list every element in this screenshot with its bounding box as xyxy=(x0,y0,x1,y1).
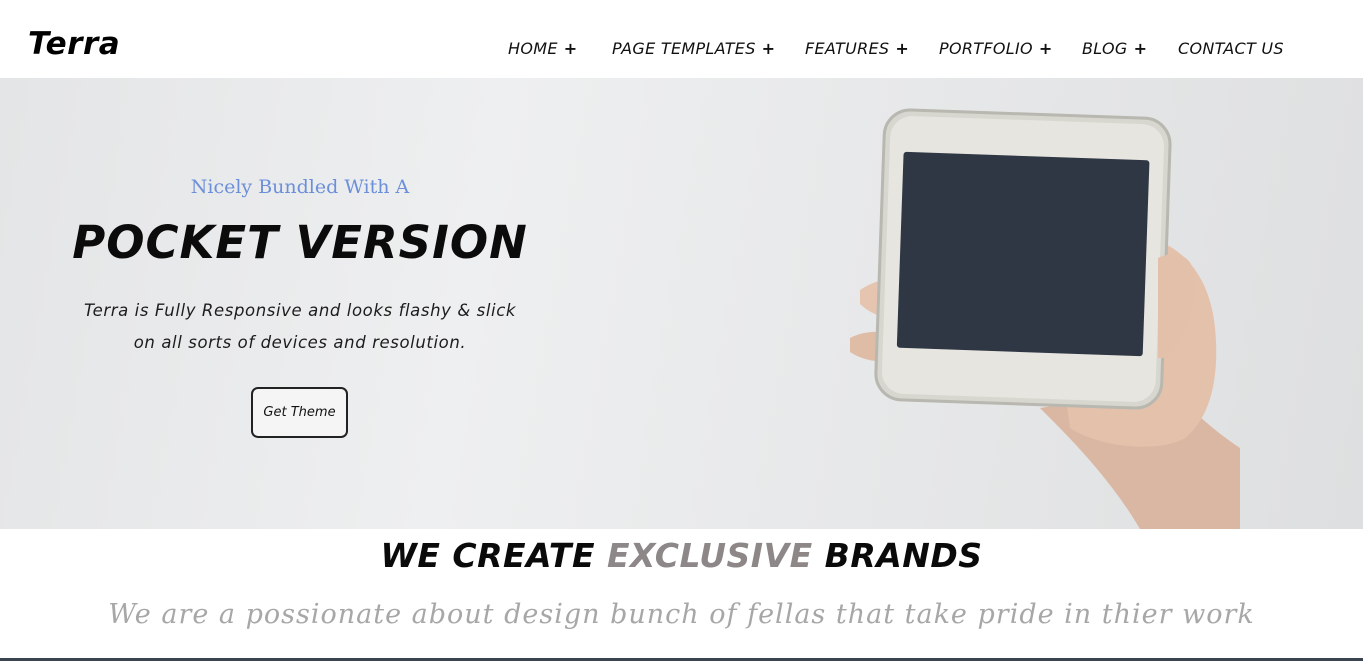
nav-features-label: FEATURES xyxy=(805,39,890,58)
section-title-accent: EXCLUSIVE xyxy=(606,536,813,575)
nav-features[interactable]: FEATURES + xyxy=(805,39,909,58)
plus-icon: + xyxy=(1038,39,1053,58)
hero-banner: Nicely Bundled With A POCKET VERSION Ter… xyxy=(0,78,1363,529)
get-theme-button[interactable]: Get Theme xyxy=(251,387,348,438)
plus-icon: + xyxy=(761,39,776,58)
nav-blog[interactable]: BLOG + xyxy=(1082,39,1147,58)
nav-page-templates[interactable]: PAGE TEMPLATES + xyxy=(612,39,775,58)
section-title-part-2: BRANDS xyxy=(812,536,983,575)
plus-icon: + xyxy=(895,39,910,58)
nav-contact-us[interactable]: CONTACT US xyxy=(1178,39,1284,58)
hand-holding-phone-image xyxy=(850,108,1240,529)
nav-portfolio[interactable]: PORTFOLIO + xyxy=(939,39,1053,58)
section-subtitle: We are a possionate about design bunch o… xyxy=(108,599,1255,630)
hero-title: POCKET VERSION xyxy=(72,216,528,269)
plus-icon: + xyxy=(1133,39,1148,58)
hero-kicker: Nicely Bundled With A xyxy=(190,176,410,198)
hero-desc-line-2: on all sorts of devices and resolution. xyxy=(133,333,467,352)
nav-page-templates-label: PAGE TEMPLATES xyxy=(612,39,756,58)
nav-contact-us-label: CONTACT US xyxy=(1178,39,1284,58)
plus-icon: + xyxy=(563,39,578,58)
site-header: Terra HOME + PAGE TEMPLATES + FEATURES + PO… xyxy=(0,0,1363,78)
section-title-part-1: WE CREATE xyxy=(380,536,607,575)
site-logo[interactable]: Terra xyxy=(28,26,120,62)
nav-portfolio-label: PORTFOLIO xyxy=(939,39,1033,58)
nav-blog-label: BLOG xyxy=(1082,39,1128,58)
nav-home-label: HOME xyxy=(508,39,558,58)
hero-desc-line-1: Terra is Fully Responsive and looks flas… xyxy=(83,301,517,320)
nav-home[interactable]: HOME + xyxy=(508,39,577,58)
section-title: WE CREATE EXCLUSIVE BRANDS xyxy=(0,536,1363,575)
hero-description: Terra is Fully Responsive and looks flas… xyxy=(60,295,540,359)
